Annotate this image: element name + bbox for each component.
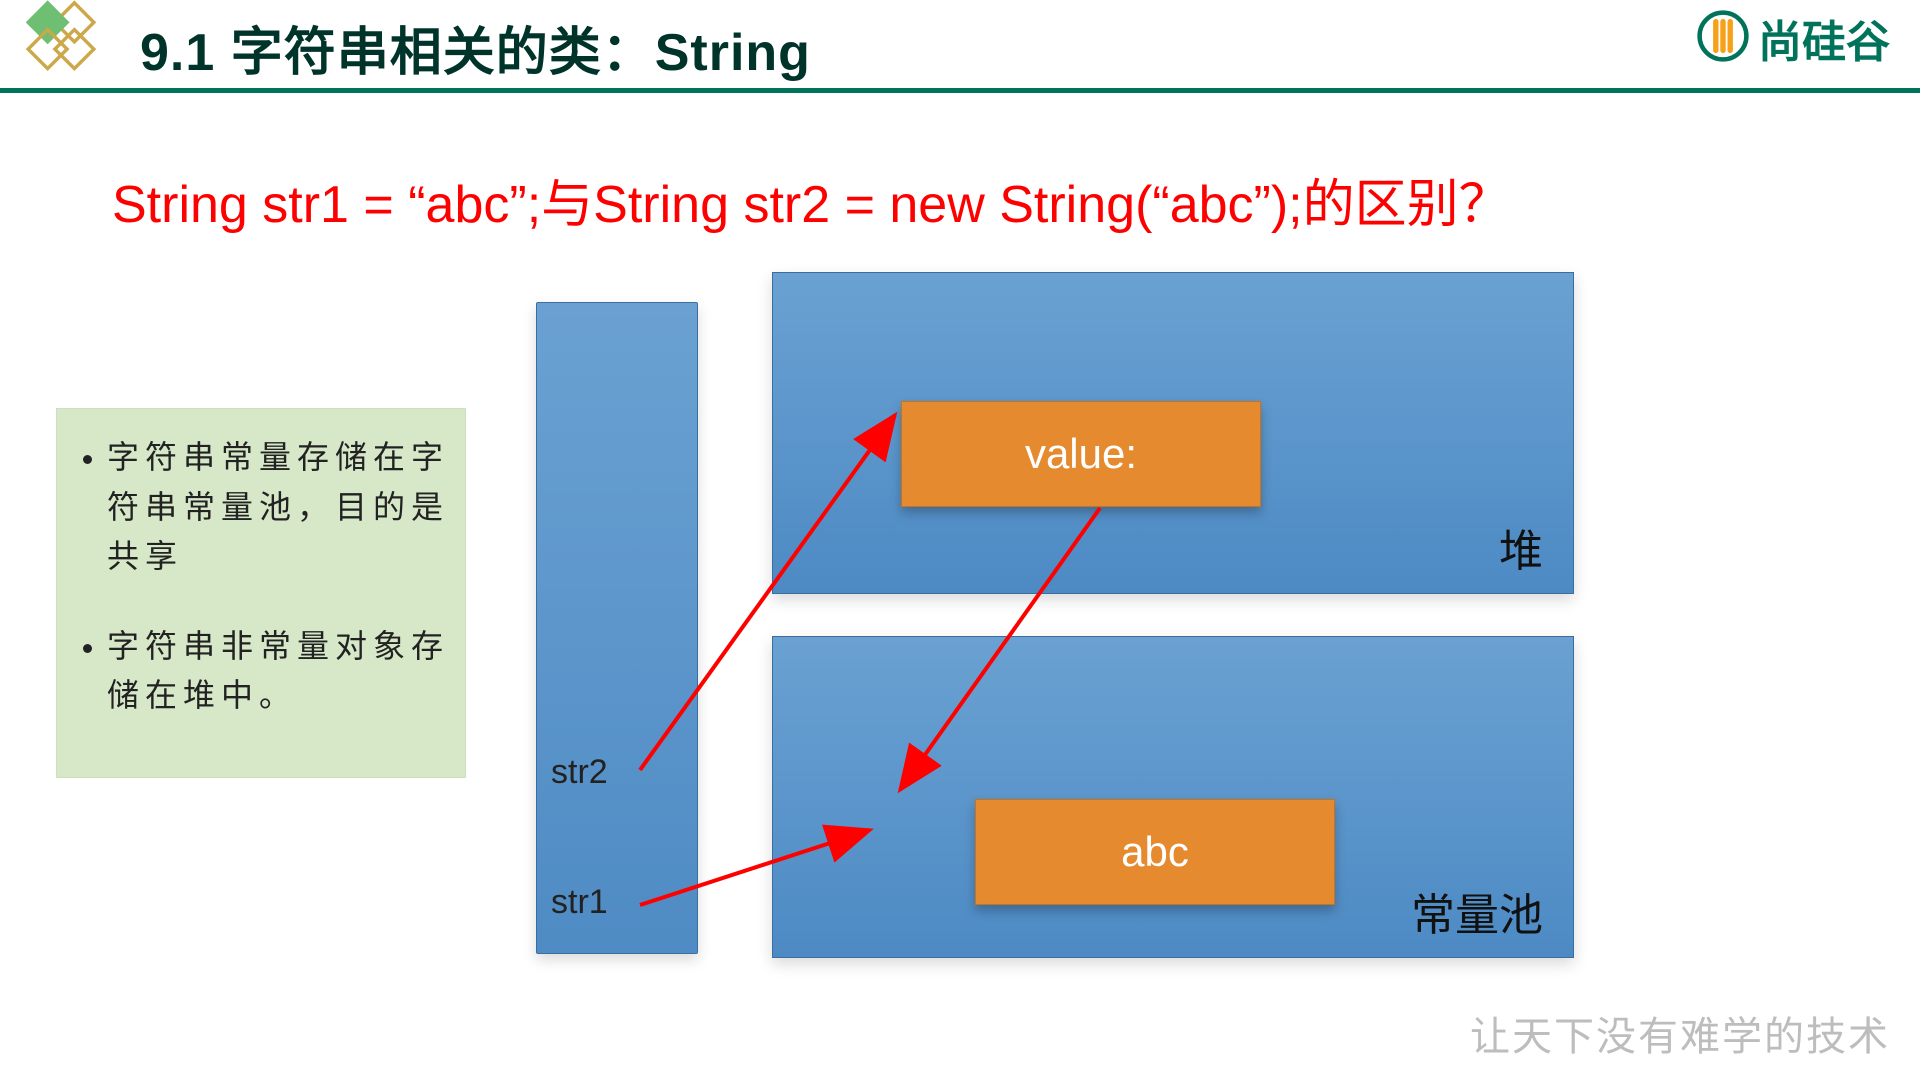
slide-header: 9.1 字符串相关的类：String 尚硅谷: [0, 0, 1920, 93]
pool-abc-box: abc: [975, 799, 1335, 905]
stack-panel: str2 str1: [536, 302, 698, 954]
heap-value-box: value:: [901, 401, 1261, 507]
pool-label: 常量池: [1411, 879, 1543, 943]
slide-title: 9.1 字符串相关的类：String: [140, 10, 811, 85]
stack-var-str1: str1: [551, 883, 608, 922]
note-item-1: 字符串常量存储在字符串常量池，目的是共享: [107, 433, 449, 582]
note-item-2: 字符串非常量对象存储在堆中。: [107, 622, 449, 721]
brand-text: 尚硅谷: [1758, 6, 1890, 70]
heap-label: 堆: [1499, 515, 1543, 579]
footer-slogan: 让天下没有难学的技术: [1470, 1004, 1890, 1062]
logo-diamonds-icon: [18, 0, 104, 86]
notes-panel: 字符串常量存储在字符串常量池，目的是共享 字符串非常量对象存储在堆中。: [56, 408, 466, 778]
brand-logo-icon: [1696, 9, 1750, 68]
heap-panel: value: 堆: [772, 272, 1574, 594]
question-text: String str1 = “abc”;与String str2 = new S…: [112, 162, 1511, 237]
brand: 尚硅谷: [1696, 6, 1890, 70]
stack-var-str2: str2: [551, 753, 608, 792]
constant-pool-panel: abc 常量池: [772, 636, 1574, 958]
